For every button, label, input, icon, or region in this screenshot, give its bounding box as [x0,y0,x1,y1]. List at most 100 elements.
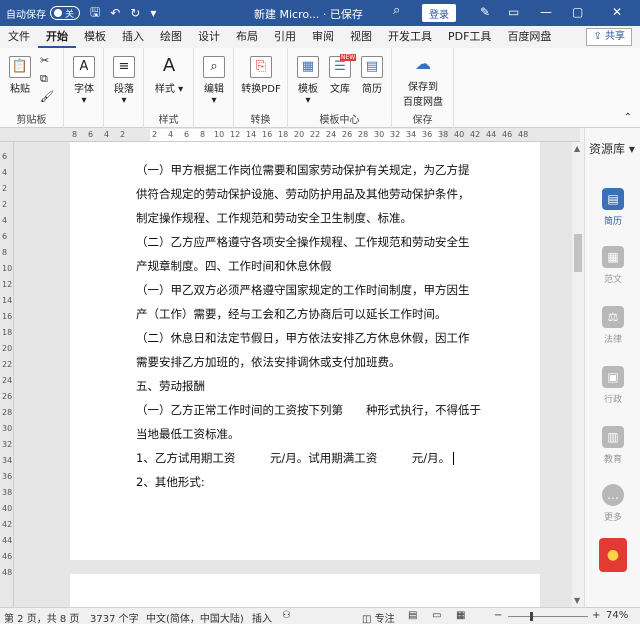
font-button[interactable]: A 字体 ▾ [70,56,98,106]
doc-line[interactable]: 五、劳动报酬 [136,378,205,394]
tab-review[interactable]: 审阅 [304,26,342,48]
close-button[interactable]: ✕ [612,5,622,19]
new-badge: NEW [340,54,357,61]
page-count[interactable]: 第 2 页，共 8 页 [4,610,79,624]
document-canvas[interactable]: （一）甲方根据工作岗位需要和国家劳动保护有关规定，为乙方提 供符合规定的劳动保护… [14,142,580,607]
styles-icon: A [162,55,176,76]
autosave-toggle[interactable]: 关 [50,6,80,20]
undo-icon[interactable]: ↶ [110,6,120,20]
editing-button[interactable]: ⌕ 编辑 ▾ [200,56,228,106]
language[interactable]: 中文(简体，中国大陆) [146,610,244,624]
scroll-thumb[interactable] [574,234,582,272]
zoom-out-button[interactable]: − [494,610,502,621]
tab-developer[interactable]: 开发工具 [380,26,440,48]
doc-line[interactable]: 需要安排乙方加班的，依法安排调休或支付加班费。 [136,354,401,370]
doc-line[interactable]: （一）乙方正常工作时间的工资按下列第 种形式执行，不得低于 [136,402,481,418]
template-button[interactable]: ▦ 模板 ▾ [294,56,322,106]
resource-item-law[interactable]: ⚖ 法律 [585,306,640,345]
tab-view[interactable]: 视图 [342,26,380,48]
tab-references[interactable]: 引用 [266,26,304,48]
autosave-label: 自动保存 [6,9,46,21]
document-page[interactable]: （一）甲方根据工作岗位需要和国家劳动保护有关规定，为乙方提 供符合规定的劳动保护… [70,142,540,560]
web-layout-icon[interactable]: ▦ [456,610,465,621]
insert-mode[interactable]: 插入 [252,610,272,624]
login-button[interactable]: 登录 [422,4,456,22]
scroll-down-icon[interactable]: ▼ [574,596,580,605]
doc-line[interactable]: （一）甲乙双方必须严格遵守国家规定的工作时间制度，甲方因生 [136,282,470,298]
resource-item-admin[interactable]: ▣ 行政 [585,366,640,405]
doc-line[interactable]: 产规章制度。四、工作时间和休息休假 [136,258,332,274]
doc-line[interactable]: 供符合规定的劳动保护设施、劳动防护用品及其他劳动保护条件， [136,186,470,202]
doc-line[interactable]: 2、其他形式: [136,474,205,490]
title-bar: 自动保存 关 🖫 ↶ ↻ ▾ 新建 Micro... · 已保存 ⌕ 登录 ✎ … [0,0,640,26]
zoom-in-button[interactable]: + [592,610,600,621]
print-layout-icon[interactable]: ▭ [432,610,441,621]
wenku-button[interactable]: ☰ 文库 NEW [326,54,357,95]
paste-icon: 📋 [9,56,31,78]
search-icon[interactable]: ⌕ [393,3,400,18]
resource-item-more[interactable]: … 更多 [585,484,640,523]
tab-file[interactable]: 文件 [0,26,38,48]
tab-draw[interactable]: 绘图 [152,26,190,48]
doc-line[interactable]: 产（工作）需要，经与工会和乙方协商后可以延长工作时间。 [136,306,447,322]
doc-line[interactable]: （一）甲方根据工作岗位需要和国家劳动保护有关规定，为乙方提 [136,162,470,178]
tab-design[interactable]: 设计 [190,26,228,48]
document-page-next[interactable] [70,574,540,607]
restore-button[interactable]: ▢ [572,5,583,19]
paste-button[interactable]: 📋 粘贴 [6,56,34,95]
group-template-center: ▦ 模板 ▾ ☰ 文库 NEW ▤ 简历 模板中心 [288,48,392,128]
resource-item-sample[interactable]: ▦ 范文 [585,246,640,285]
doc-line[interactable]: 1、乙方试用期工资 元/月。试用期满工资 元/月。 [136,450,455,466]
paragraph-button[interactable]: ≡ 段落 ▾ [110,56,138,106]
group-label-clipboard: 剪贴板 [16,115,47,126]
ribbon-display-icon[interactable]: ▭ [508,5,519,19]
resume-icon: ▤ [602,188,624,210]
word-count[interactable]: 3737 个字 [90,610,139,624]
tab-template[interactable]: 模板 [76,26,114,48]
focus-mode[interactable]: ◫ 专注 [362,610,395,624]
doc-line[interactable]: （二）休息日和法定节假日，甲方依法安排乙方休息休假，因工作 [136,330,470,346]
scroll-up-icon[interactable]: ▲ [574,144,580,153]
group-font: A 字体 ▾ [64,48,104,128]
tab-baidu-netdisk[interactable]: 百度网盘 [499,26,559,48]
paragraph-icon: ≡ [113,56,135,78]
vertical-scrollbar[interactable]: ▲ ▼ [572,142,584,607]
text-cursor [453,452,455,465]
resume-button[interactable]: ▤ 简历 [358,56,386,95]
customize-qat-icon[interactable]: ▾ [150,6,156,20]
save-icon[interactable]: 🖫 [90,3,100,24]
red-packet-icon[interactable]: ● [599,538,627,572]
tab-pdf-tools[interactable]: PDF工具 [440,26,499,48]
save-to-netdisk-button[interactable]: ☁ 保存到 百度网盘 [398,54,448,108]
pen-icon[interactable]: ✎ [480,5,490,19]
resource-pane-title[interactable]: 资源库 ▾ [589,140,635,157]
redo-icon[interactable]: ↻ [130,6,140,20]
doc-line[interactable]: （二）乙方应严格遵守各项安全操作规程、工作规范和劳动安全生 [136,234,470,250]
format-painter-icon[interactable]: 🖌 [40,90,54,103]
zoom-slider[interactable] [508,616,588,617]
share-button[interactable]: ⇪ 共享 [586,28,632,46]
styles-button[interactable]: A 样式 ▾ [154,55,184,96]
resource-item-education[interactable]: ▥ 教育 [585,426,640,465]
status-bar: 第 2 页，共 8 页 3737 个字 中文(简体，中国大陆) 插入 ⚇ ◫ 专… [0,607,640,624]
doc-line[interactable]: 制定操作规程、工作规范和劳动安全卫生制度、标准。 [136,210,412,226]
tab-insert[interactable]: 插入 [114,26,152,48]
id-card-icon: ▣ [602,366,624,388]
zoom-slider-handle[interactable] [530,612,533,621]
resource-pane: 资源库 ▾ ▤ 简历 ▦ 范文 ⚖ 法律 ▣ 行政 ▥ 教育 … 更多 ● [584,128,640,607]
cut-icon[interactable]: ✂ [40,54,49,67]
tab-home[interactable]: 开始 [38,26,76,48]
tab-layout[interactable]: 布局 [228,26,266,48]
more-icon: … [602,484,624,506]
minimize-button[interactable]: — [540,5,552,19]
accessibility-icon[interactable]: ⚇ [282,610,291,621]
font-icon: A [73,56,95,78]
copy-icon[interactable]: ⧉ [40,72,48,86]
doc-line[interactable]: 当地最低工资标准。 [136,426,240,442]
collapse-ribbon-icon[interactable]: ⌃ [624,112,632,123]
zoom-level[interactable]: 74% [606,610,628,621]
convert-pdf-button[interactable]: ⎘ 转换PDF [238,56,284,95]
resume-icon: ▤ [361,56,383,78]
read-mode-icon[interactable]: ▤ [408,610,417,621]
resource-item-resume[interactable]: ▤ 简历 [585,188,640,227]
